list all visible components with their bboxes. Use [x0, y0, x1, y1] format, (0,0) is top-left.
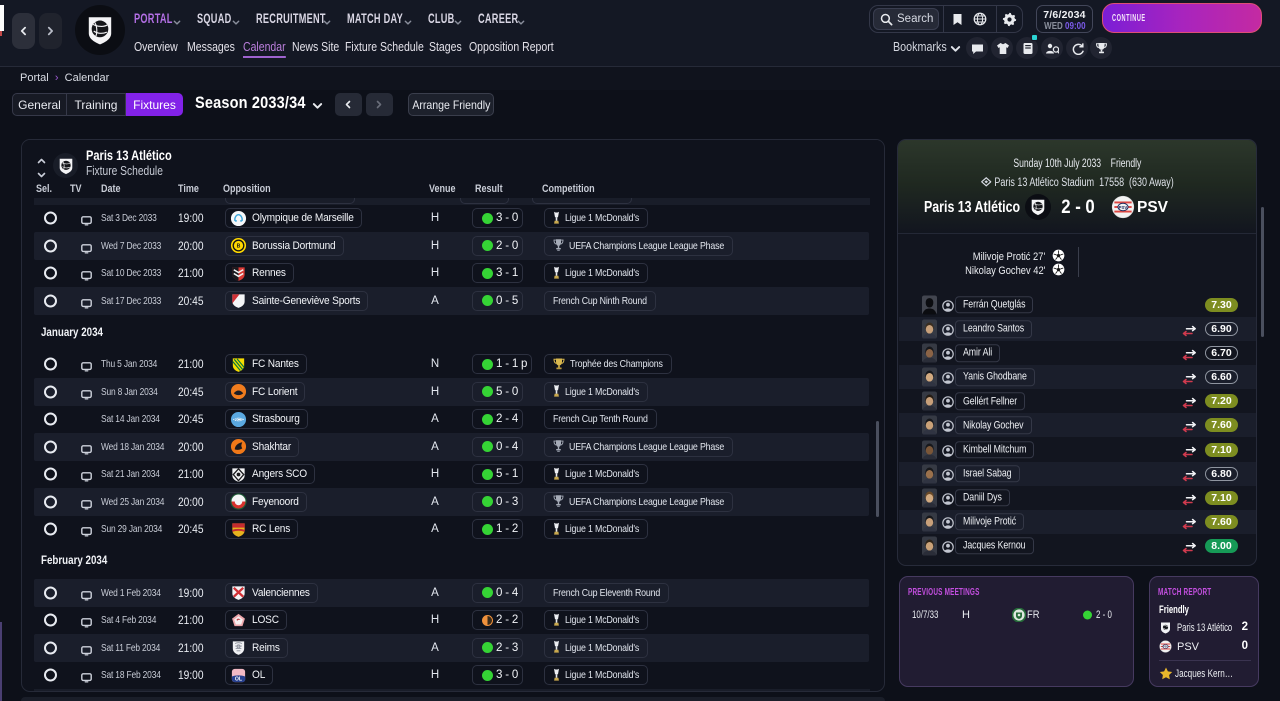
- svg-text:OL: OL: [235, 676, 243, 682]
- svg-text:B: B: [237, 244, 241, 250]
- svg-text:PSV: PSV: [1119, 205, 1128, 210]
- svg-text:PSV: PSV: [1163, 647, 1168, 649]
- svg-text:RCS: RCS: [234, 417, 243, 422]
